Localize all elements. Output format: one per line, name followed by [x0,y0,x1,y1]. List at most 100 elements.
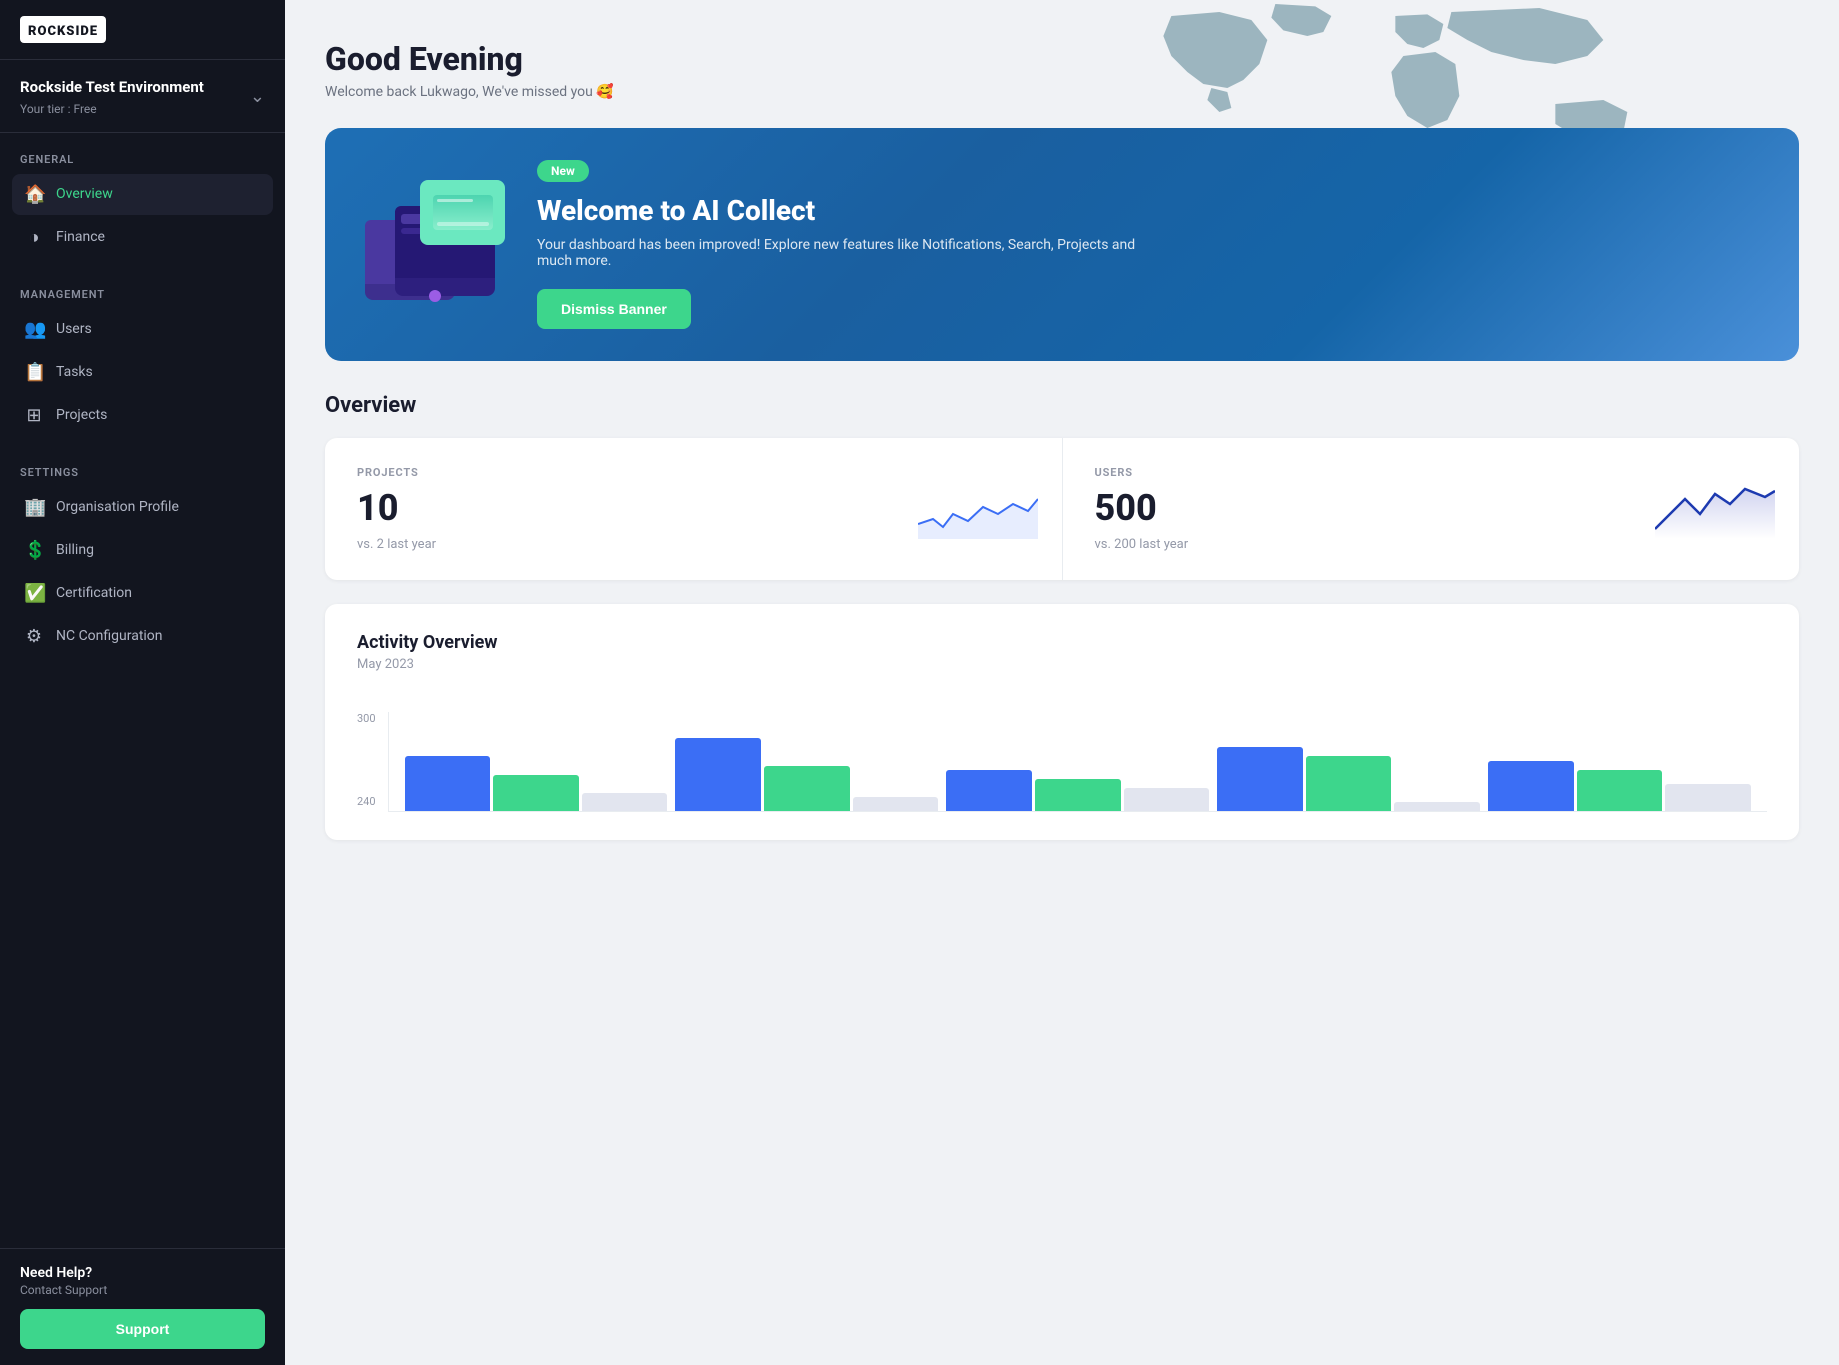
sidebar-item-label-projects: Projects [56,407,107,423]
y-label-300: 300 [357,712,376,725]
bar-group-5 [1488,720,1751,811]
stats-row: PROJECTS 10 vs. 2 last year [325,438,1799,580]
main-content: Good Evening Welcome back Lukwago, We've… [285,0,1839,1365]
stat-card-projects: PROJECTS 10 vs. 2 last year [325,438,1063,580]
billing-icon: 💲 [24,540,44,561]
greeting-subtitle: Welcome back Lukwago, We've missed you 🥰 [325,84,1799,100]
bar-gray-3 [1124,788,1210,811]
banner-title: Welcome to AI Collect [537,194,1759,227]
greeting-section: Good Evening Welcome back Lukwago, We've… [325,40,1799,100]
stat-chart-projects [918,479,1038,539]
bar-blue-2 [675,738,761,811]
stat-card-users: USERS 500 vs. 200 last year [1063,438,1800,580]
bar-gray-1 [582,793,668,811]
sidebar-item-certification[interactable]: ✅ Certification [12,573,273,614]
section-label-management: MANAGEMENT [12,288,273,301]
bar-blue-1 [405,756,491,811]
org-name: Rockside Test Environment [20,78,204,98]
card-bottom-bar [437,222,489,226]
sidebar: ROCKSIDE Rockside Test Environment Your … [0,0,285,1365]
logo-text: ROCKSIDE [28,24,98,39]
section-label-general: GENERAL [12,153,273,166]
need-help-label: Need Help? [20,1265,265,1281]
org-switcher[interactable]: Rockside Test Environment Your tier : Fr… [0,60,285,133]
sidebar-bottom: Need Help? Contact Support Support [0,1248,285,1365]
card-image [433,195,493,230]
tasks-icon: 📋 [24,362,44,383]
sidebar-item-billing[interactable]: 💲 Billing [12,530,273,571]
bar-gray-5 [1665,784,1751,811]
stat-label-projects: PROJECTS [357,466,1030,479]
section-label-settings: SETTINGS [12,466,273,479]
sidebar-logo-section: ROCKSIDE [0,0,285,60]
sidebar-item-org-profile[interactable]: 🏢 Organisation Profile [12,487,273,528]
banner-content: New Welcome to AI Collect Your dashboard… [537,160,1759,329]
sidebar-item-label-certification: Certification [56,585,132,601]
banner-description: Your dashboard has been improved! Explor… [537,237,1137,269]
sidebar-item-tasks[interactable]: 📋 Tasks [12,352,273,393]
activity-title: Activity Overview [357,632,1767,653]
stat-comparison-users: vs. 200 last year [1095,537,1768,552]
nav-section-settings: SETTINGS 🏢 Organisation Profile 💲 Billin… [0,446,285,667]
dot-decoration [429,290,441,302]
bar-group-2 [675,720,938,811]
bar-blue-3 [946,770,1032,811]
bar-green-2 [764,766,850,812]
stat-comparison-projects: vs. 2 last year [357,537,1030,552]
nc-config-icon: ⚙ [24,626,44,647]
org-tier: Your tier : Free [20,102,204,116]
y-label-240: 240 [357,795,376,808]
sidebar-item-label-finance: Finance [56,229,105,245]
card-top-bar [437,199,473,202]
greeting-title: Good Evening [325,40,1799,78]
bar-group-3 [946,720,1209,811]
sidebar-item-label-tasks: Tasks [56,364,93,380]
bar-group-1 [405,720,668,811]
floating-card-illustration [420,180,505,245]
stat-label-users: USERS [1095,466,1768,479]
support-button[interactable]: Support [20,1309,265,1349]
sidebar-item-finance[interactable]: ◑ Finance [12,217,273,258]
bar-blue-4 [1217,747,1303,811]
sidebar-item-label-users: Users [56,321,92,337]
overview-section-title: Overview [325,393,1799,418]
bar-green-3 [1035,779,1121,811]
bar-blue-5 [1488,761,1574,811]
bar-green-4 [1306,756,1392,811]
banner-illustration [365,180,505,310]
projects-icon: ⊞ [24,405,44,426]
bar-gray-4 [1394,802,1480,811]
nav-section-management: MANAGEMENT 👥 Users 📋 Tasks ⊞ Projects [0,268,285,446]
chevron-down-icon: ⌄ [250,86,265,107]
sidebar-item-label-overview: Overview [56,186,113,202]
activity-card: Activity Overview May 2023 300 240 [325,604,1799,840]
sidebar-item-nc-config[interactable]: ⚙ NC Configuration [12,616,273,657]
chart-bars [388,712,1767,812]
contact-support-link[interactable]: Contact Support [20,1283,265,1297]
bar-group-4 [1217,720,1480,811]
bar-green-1 [493,775,579,811]
welcome-banner: New Welcome to AI Collect Your dashboard… [325,128,1799,361]
sidebar-item-label-billing: Billing [56,542,94,558]
certification-icon: ✅ [24,583,44,604]
bar-gray-2 [853,797,939,811]
activity-chart: 300 240 [357,692,1767,812]
finance-icon: ◑ [24,227,44,248]
nav-section-general: GENERAL 🏠 Overview ◑ Finance [0,133,285,268]
home-icon: 🏠 [24,184,44,205]
sidebar-item-overview[interactable]: 🏠 Overview [12,174,273,215]
stat-chart-users [1655,479,1775,539]
logo: ROCKSIDE [20,16,106,43]
bar-green-5 [1577,770,1663,811]
chart-y-axis: 300 240 [357,712,376,812]
new-badge: New [537,160,589,182]
sidebar-item-users[interactable]: 👥 Users [12,309,273,350]
dismiss-banner-button[interactable]: Dismiss Banner [537,289,691,329]
sidebar-item-projects[interactable]: ⊞ Projects [12,395,273,436]
org-info: Rockside Test Environment Your tier : Fr… [20,78,204,116]
activity-date: May 2023 [357,657,1767,672]
sidebar-item-label-nc-config: NC Configuration [56,628,163,644]
sidebar-item-label-org-profile: Organisation Profile [56,499,179,515]
org-profile-icon: 🏢 [24,497,44,518]
users-icon: 👥 [24,319,44,340]
